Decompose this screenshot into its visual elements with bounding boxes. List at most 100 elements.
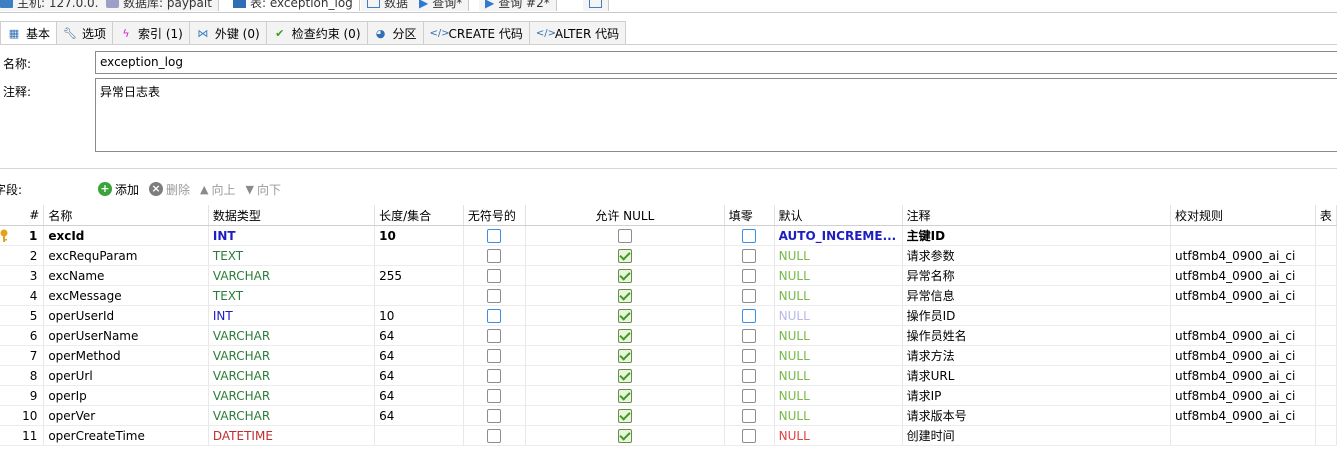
col-header-unsigned[interactable]: 无符号的 [463,205,526,226]
zerofill-checkbox[interactable] [742,248,757,263]
field-name-cell[interactable]: operUserId [43,305,209,326]
allow-null-checkbox[interactable] [617,408,632,423]
collation-cell[interactable]: utf8mb4_0900_ai_ci [1170,365,1316,386]
table-row[interactable]: 11 operCreateTime DATETIME NULL 创建时间 [0,425,1337,446]
allow-null-checkbox[interactable] [617,388,632,403]
allow-null-checkbox[interactable] [617,348,632,363]
allow-null-checkbox[interactable] [617,328,632,343]
field-name-cell[interactable]: operCreateTime [43,425,209,446]
delete-field-button[interactable]: × 删除 [149,181,190,198]
unsigned-checkbox[interactable] [487,368,502,383]
comment-cell[interactable]: 请求URL [902,365,1172,386]
default-cell[interactable]: NULL [774,265,903,286]
col-header-collation[interactable]: 校对规则 [1170,205,1316,226]
unsigned-checkbox[interactable] [487,408,502,423]
move-down-button[interactable]: ▼ 向下 [246,181,281,198]
unsigned-checkbox[interactable] [487,248,502,263]
field-name-cell[interactable]: operUserName [43,325,209,346]
field-length-cell[interactable]: 64 [374,365,464,386]
table-row[interactable]: 7 operMethod VARCHAR 64 NULL 请求方法 utf8mb4_0900… [0,345,1337,366]
table-row[interactable]: 6 operUserName VARCHAR 64 NULL 操作员姓名 utf8mb4_0… [0,325,1337,346]
allow-null-checkbox[interactable] [617,268,632,283]
add-field-button[interactable]: + 添加 [98,181,139,198]
field-length-cell[interactable]: 64 [374,345,464,366]
tab-table[interactable]: 表: exception_log [227,0,360,11]
unsigned-checkbox[interactable] [487,228,502,243]
field-name-cell[interactable]: excName [43,265,209,286]
default-cell[interactable]: NULL [774,325,903,346]
col-header-length[interactable]: 长度/集合 [374,205,464,226]
field-type-cell[interactable]: VARCHAR [208,345,376,366]
table-row[interactable]: 8 operUrl VARCHAR 64 NULL 请求URL utf8mb4_0900_a… [0,365,1337,386]
zerofill-checkbox[interactable] [742,348,757,363]
unsigned-checkbox[interactable] [487,308,502,323]
tab-basic[interactable]: ▦ 基本 [0,21,58,45]
collation-cell[interactable]: utf8mb4_0900_ai_ci [1170,345,1316,366]
zerofill-checkbox[interactable] [742,428,757,443]
field-name-cell[interactable]: excMessage [43,285,209,306]
collation-cell[interactable]: utf8mb4_0900_ai_ci [1170,325,1316,346]
zerofill-checkbox[interactable] [742,388,757,403]
default-cell[interactable]: NULL [774,365,903,386]
unsigned-checkbox[interactable] [487,348,502,363]
zerofill-checkbox[interactable] [742,308,757,323]
field-length-cell[interactable] [374,425,464,446]
table-row[interactable]: 1 excId INT 10 AUTO_INCREME... 主键ID [0,225,1337,246]
zerofill-checkbox[interactable] [742,328,757,343]
table-comment-input[interactable]: 异常日志表 [95,78,1337,152]
field-length-cell[interactable]: 64 [374,405,464,426]
field-type-cell[interactable]: VARCHAR [208,325,376,346]
table-row[interactable]: 10 operVer VARCHAR 64 NULL 请求版本号 utf8mb4_0900_… [0,405,1337,426]
col-header-comment[interactable]: 注释 [902,205,1172,226]
default-cell[interactable]: NULL [774,245,903,266]
field-type-cell[interactable]: TEXT [208,285,376,306]
field-length-cell[interactable]: 10 [374,225,464,246]
collation-cell[interactable]: utf8mb4_0900_ai_ci [1170,385,1316,406]
field-length-cell[interactable]: 255 [374,265,464,286]
tab-host[interactable]: 主机: 127.0.0.1 [0,0,114,11]
collation-cell[interactable]: utf8mb4_0900_ai_ci [1170,245,1316,266]
unsigned-checkbox[interactable] [487,328,502,343]
unsigned-checkbox[interactable] [487,388,502,403]
comment-cell[interactable]: 创建时间 [902,425,1172,446]
comment-cell[interactable]: 请求IP [902,385,1172,406]
field-name-cell[interactable]: excRequParam [43,245,209,266]
collation-cell[interactable] [1170,225,1316,246]
field-length-cell[interactable]: 64 [374,325,464,346]
default-cell[interactable]: NULL [774,345,903,366]
allow-null-checkbox[interactable] [617,368,632,383]
allow-null-checkbox[interactable] [617,428,632,443]
default-cell[interactable]: NULL [774,285,903,306]
col-header-name[interactable]: 名称 [43,205,209,226]
allow-null-checkbox[interactable] [617,248,632,263]
field-length-cell[interactable]: 10 [374,305,464,326]
tab-create-code[interactable]: </> CREATE 代码 [422,21,530,44]
comment-cell[interactable]: 请求版本号 [902,405,1172,426]
tab-options[interactable]: 🔧︎ 选项 [56,21,114,44]
comment-cell[interactable]: 主键ID [902,225,1172,246]
col-header-allow-null[interactable]: 允许 NULL [525,205,725,226]
col-header-type[interactable]: 数据类型 [208,205,376,226]
field-name-cell[interactable]: operVer [43,405,209,426]
tab-query-2[interactable]: ▶ 查询 #2* [479,0,557,11]
field-name-cell[interactable]: excId [43,225,209,246]
allow-null-checkbox[interactable] [617,308,632,323]
field-type-cell[interactable]: DATETIME [208,425,376,446]
unsigned-checkbox[interactable] [487,268,502,283]
field-type-cell[interactable]: TEXT [208,245,376,266]
col-header-zerofill[interactable]: 填零 [724,205,775,226]
default-cell[interactable]: NULL [774,405,903,426]
allow-null-checkbox[interactable] [617,228,632,243]
collation-cell[interactable]: utf8mb4_0900_ai_ci [1170,405,1316,426]
zerofill-checkbox[interactable] [742,408,757,423]
tab-partitions[interactable]: ◕ 分区 [366,21,424,44]
tab-alter-code[interactable]: </> ALTER 代码 [528,21,627,44]
col-header-number[interactable]: # [0,205,45,226]
collation-cell[interactable]: utf8mb4_0900_ai_ci [1170,285,1316,306]
move-up-button[interactable]: ▲ 向上 [200,181,235,198]
comment-cell[interactable]: 操作员姓名 [902,325,1172,346]
new-tab-button[interactable] [583,0,609,11]
table-row[interactable]: 9 operIp VARCHAR 64 NULL 请求IP utf8mb4_0900_ai_… [0,385,1337,406]
table-row[interactable]: 4 excMessage TEXT NULL 异常信息 utf8mb4_0900_ai_c… [0,285,1337,306]
collation-cell[interactable] [1170,305,1316,326]
